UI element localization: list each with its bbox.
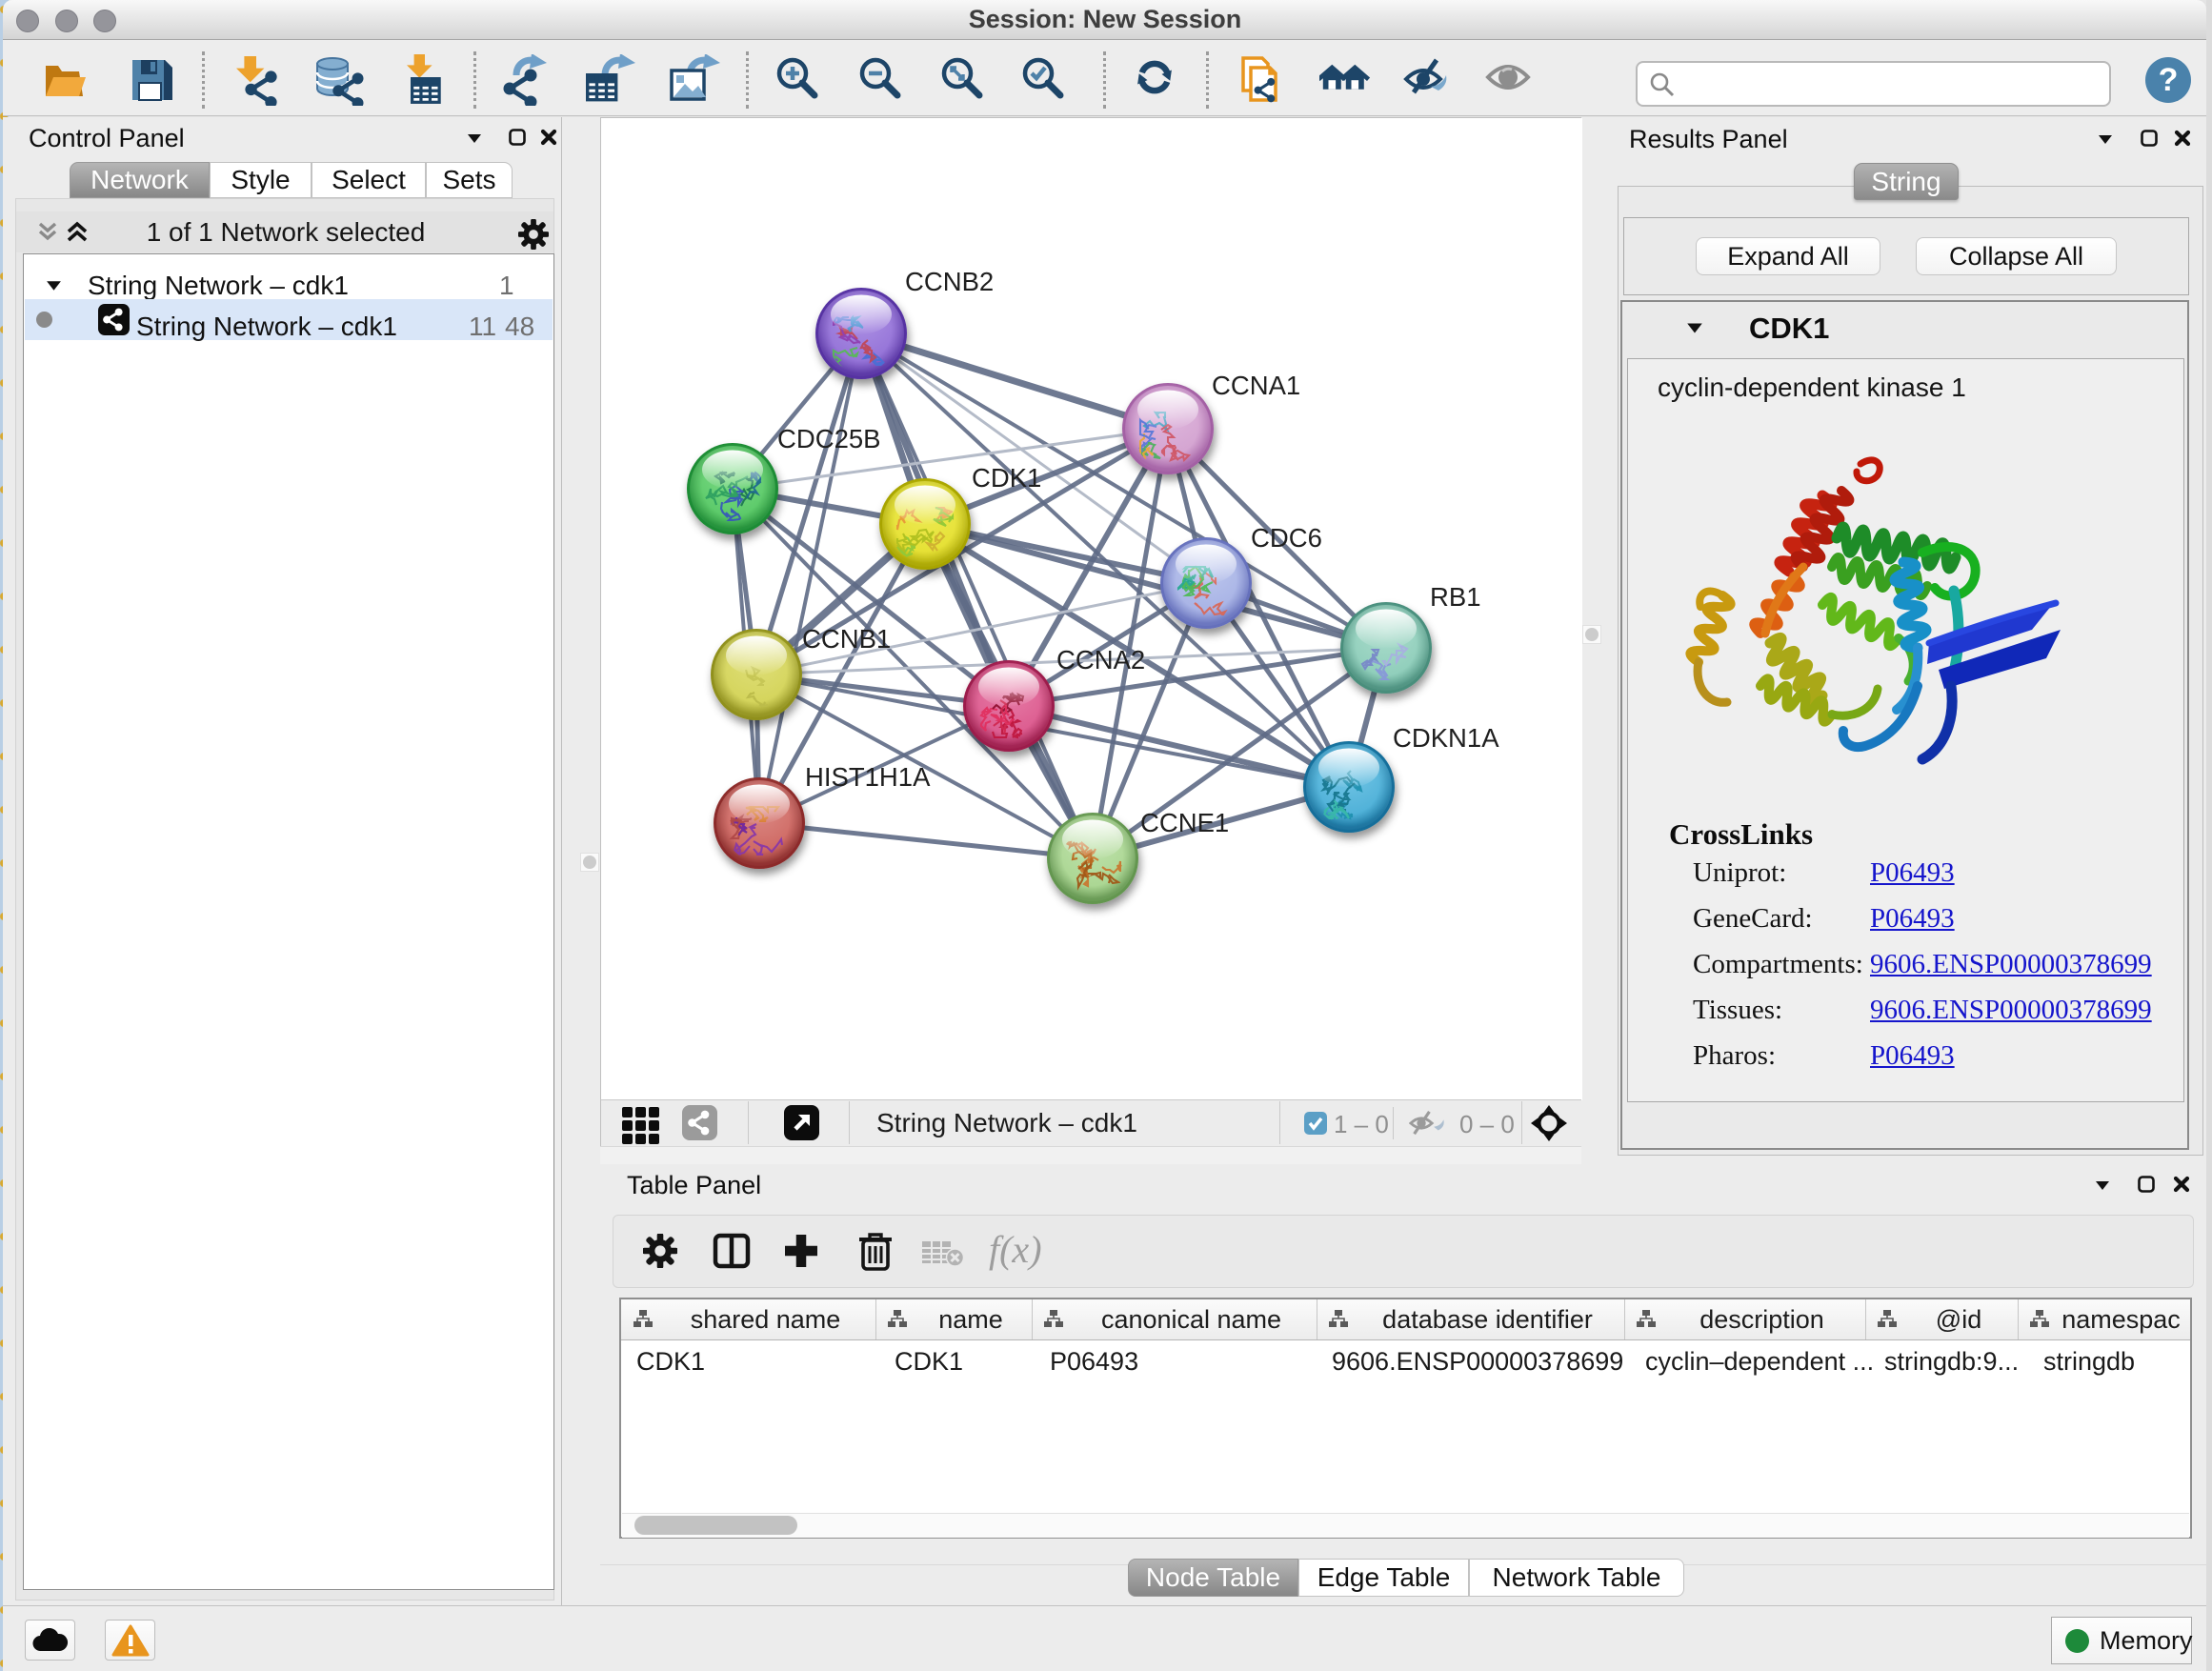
svg-text:CDC25B: CDC25B (777, 424, 881, 453)
svg-text:CCNE1: CCNE1 (1140, 808, 1229, 837)
svg-text:CCNB2: CCNB2 (905, 267, 994, 296)
svg-text:CDK1: CDK1 (972, 463, 1041, 493)
svg-text:CDKN1A: CDKN1A (1393, 723, 1499, 753)
svg-text:CDC6: CDC6 (1251, 523, 1322, 553)
svg-text:CCNA2: CCNA2 (1056, 645, 1145, 674)
svg-text:RB1: RB1 (1430, 582, 1481, 612)
svg-text:CCNB1: CCNB1 (802, 624, 891, 654)
svg-text:CCNA1: CCNA1 (1212, 371, 1300, 400)
svg-text:HIST1H1A: HIST1H1A (805, 762, 931, 792)
